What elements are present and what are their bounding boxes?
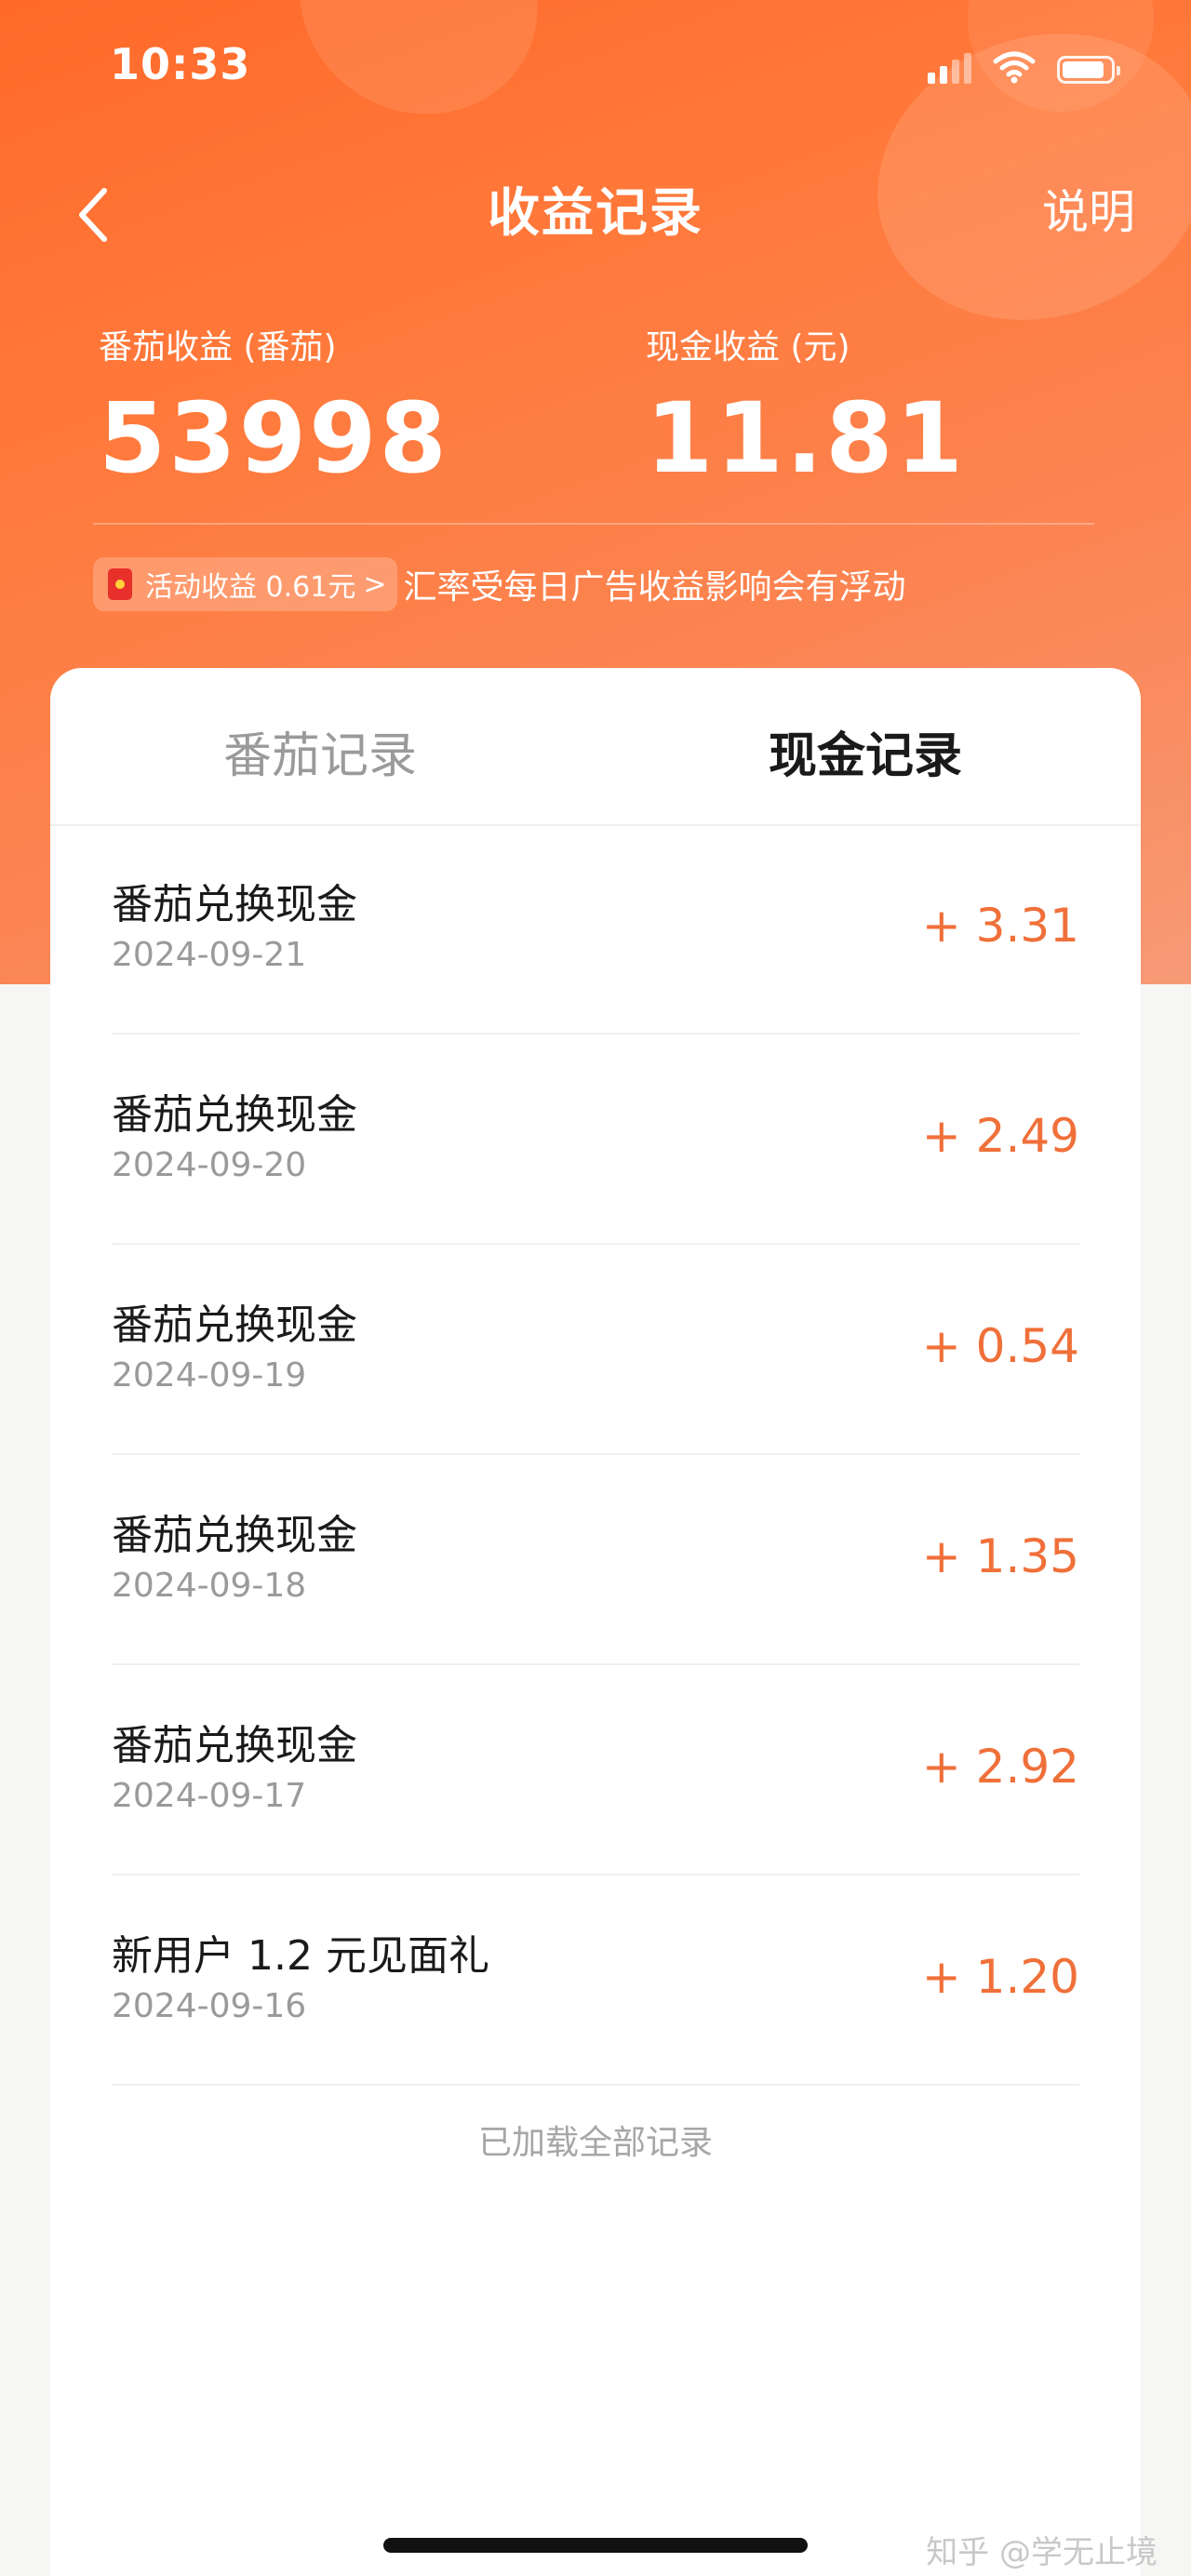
decoration-blob <box>258 0 580 157</box>
record-amount: + 1.35 <box>921 1529 1079 1583</box>
record-date: 2024-09-21 <box>112 936 307 974</box>
record-title: 番茄兑换现金 <box>112 1301 357 1349</box>
tomato-earnings-label: 番茄收益 (番茄) <box>99 328 337 367</box>
record-date: 2024-09-20 <box>112 1146 307 1184</box>
status-icons <box>928 47 1120 84</box>
activity-earnings-text: 活动收益 0.61元 <box>145 571 356 604</box>
list-item[interactable]: 番茄兑换现金 2024-09-18 + 1.35 <box>112 1455 1079 1665</box>
record-amount: + 3.31 <box>921 899 1079 953</box>
list-item[interactable]: 番茄兑换现金 2024-09-20 + 2.49 <box>112 1034 1079 1245</box>
wifi-icon <box>993 51 1036 84</box>
record-date: 2024-09-18 <box>112 1567 307 1605</box>
cash-earnings-value: 11.81 <box>646 381 966 495</box>
tab-tomato-records[interactable]: 番茄记录 <box>223 716 417 786</box>
activity-row: 活动收益 0.61元 > 汇率受每日广告收益影响会有浮动 <box>93 556 906 612</box>
watermark: 知乎 @学无止境 <box>926 2534 1158 2571</box>
record-title: 新用户 1.2 元见面礼 <box>112 1932 489 1980</box>
record-title: 番茄兑换现金 <box>112 1091 357 1139</box>
list-item[interactable]: 番茄兑换现金 2024-09-19 + 0.54 <box>112 1245 1079 1455</box>
tomato-earnings-value: 53998 <box>99 381 449 495</box>
record-date: 2024-09-17 <box>112 1777 307 1815</box>
tab-cash-records[interactable]: 现金记录 <box>769 716 962 786</box>
tomato-earnings: 番茄收益 (番茄) 53998 <box>99 320 449 495</box>
record-title: 番茄兑换现金 <box>112 881 357 928</box>
red-packet-icon <box>108 568 132 600</box>
summary-divider <box>93 523 1094 525</box>
cash-earnings: 现金收益 (元) 11.81 <box>646 320 966 495</box>
records-card: 番茄记录 现金记录 番茄兑换现金 2024-09-21 + 3.31 番茄兑换现… <box>50 668 1141 2576</box>
explain-button[interactable]: 说明 <box>1042 175 1135 242</box>
record-date: 2024-09-19 <box>112 1356 307 1395</box>
record-title: 番茄兑换现金 <box>112 1722 357 1769</box>
list-item[interactable]: 番茄兑换现金 2024-09-21 + 3.31 <box>112 824 1079 1034</box>
record-amount: + 2.49 <box>921 1109 1079 1163</box>
battery-icon <box>1057 56 1120 84</box>
list-item[interactable]: 番茄兑换现金 2024-09-17 + 2.92 <box>112 1665 1079 1875</box>
cash-earnings-label: 现金收益 (元) <box>646 328 850 367</box>
page-title: 收益记录 <box>488 183 703 244</box>
signal-icon <box>928 52 971 84</box>
record-title: 番茄兑换现金 <box>112 1512 357 1559</box>
list-item[interactable]: 新用户 1.2 元见面礼 2024-09-16 + 1.20 <box>112 1875 1079 2086</box>
record-amount: + 0.54 <box>921 1319 1079 1373</box>
home-indicator[interactable] <box>383 2538 808 2553</box>
exchange-rate-note: 汇率受每日广告收益影响会有浮动 <box>403 568 906 607</box>
chevron-right-icon: > <box>363 567 387 601</box>
record-amount: + 2.92 <box>921 1740 1079 1794</box>
all-loaded-note: 已加载全部记录 <box>477 2124 713 2162</box>
record-list: 番茄兑换现金 2024-09-21 + 3.31 番茄兑换现金 2024-09-… <box>112 824 1079 2086</box>
status-time: 10:33 <box>110 39 251 89</box>
record-amount: + 1.20 <box>921 1950 1079 2004</box>
activity-earnings-pill[interactable]: 活动收益 0.61元 > <box>93 557 398 611</box>
record-tabs: 番茄记录 现金记录 <box>50 668 1141 826</box>
record-date: 2024-09-16 <box>112 1987 307 2025</box>
